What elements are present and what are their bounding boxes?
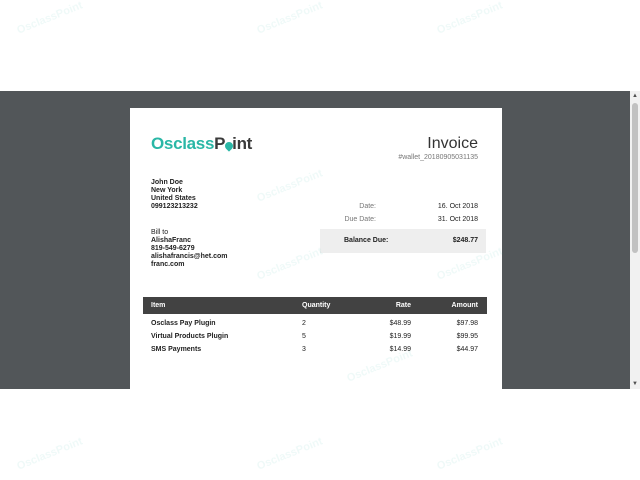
- balance-due-label: Balance Due:: [344, 237, 389, 244]
- table-row: SMS Payments 3 $14.99 $44.97: [143, 343, 487, 356]
- logo-text-osclass: Osclass: [151, 134, 215, 153]
- bill-to-label: Bill to: [151, 229, 169, 236]
- client-name: AlishaFranc: [151, 237, 192, 244]
- pdf-viewer[interactable]: OsclassP int Invoice #wallet_201809050311…: [0, 91, 640, 389]
- sender-phone: 099123213232: [151, 203, 198, 210]
- logo-text-int: int: [232, 134, 253, 153]
- item-amount: $44.97: [456, 346, 478, 353]
- item-rate: $19.99: [389, 333, 411, 340]
- item-quantity: 5: [302, 333, 306, 340]
- brand-logo: OsclassP int: [151, 135, 252, 152]
- client-website: franc.com: [151, 261, 185, 268]
- client-phone: 819-549-6279: [151, 245, 195, 252]
- item-name: Osclass Pay Plugin: [151, 320, 216, 327]
- item-quantity: 3: [302, 346, 306, 353]
- item-name: SMS Payments: [151, 346, 202, 353]
- date-label: Date:: [359, 203, 376, 210]
- item-rate: $14.99: [389, 346, 411, 353]
- balance-due-box: Balance Due: $248.77: [320, 229, 486, 253]
- balance-due-value: $248.77: [452, 237, 478, 244]
- watermark-logo: OsclassPoint: [255, 0, 325, 37]
- column-header-item: Item: [151, 302, 166, 309]
- logo-text-p: P: [214, 134, 226, 153]
- column-header-amount: Amount: [451, 302, 478, 309]
- sender-address: John Doe New York United States 09912321…: [151, 179, 198, 211]
- invoice-title: Invoice: [427, 135, 478, 152]
- date-value: 16. Oct 2018: [437, 203, 478, 210]
- items-table-header: Item Quantity Rate Amount: [143, 297, 487, 314]
- invoice-number: #wallet_20180905031135: [398, 154, 478, 161]
- invoice-page: OsclassP int Invoice #wallet_201809050311…: [130, 108, 502, 389]
- bill-to-block: Bill to AlishaFranc 819-549-6279 alishaf…: [151, 229, 227, 269]
- item-amount: $99.95: [456, 333, 478, 340]
- client-email: alishafrancis@het.com: [151, 253, 228, 260]
- sender-country: United States: [151, 195, 196, 202]
- item-name: Virtual Products Plugin: [151, 333, 229, 340]
- item-rate: $48.99: [389, 320, 411, 327]
- item-amount: $97.98: [456, 320, 478, 327]
- due-date-label: Due Date:: [344, 216, 376, 223]
- sender-city: New York: [151, 187, 183, 194]
- due-date-row: Due Date: 31. Oct 2018: [320, 216, 478, 225]
- column-header-quantity: Quantity: [302, 302, 331, 309]
- scroll-thumb[interactable]: [632, 103, 638, 253]
- table-row: Osclass Pay Plugin 2 $48.99 $97.98: [143, 317, 487, 330]
- scroll-down-icon[interactable]: ▼: [630, 379, 640, 389]
- watermark-logo: OsclassPoint: [15, 435, 85, 473]
- due-date-value: 31. Oct 2018: [437, 216, 478, 223]
- sender-name: John Doe: [151, 179, 183, 186]
- watermark-logo: OsclassPoint: [435, 435, 505, 473]
- vertical-scrollbar[interactable]: ▲ ▼: [630, 91, 640, 389]
- date-row: Date: 16. Oct 2018: [320, 203, 478, 212]
- scroll-up-icon[interactable]: ▲: [630, 91, 640, 101]
- column-header-rate: Rate: [395, 302, 411, 309]
- table-row: Virtual Products Plugin 5 $19.99 $99.95: [143, 330, 487, 343]
- watermark-logo: OsclassPoint: [255, 435, 325, 473]
- item-quantity: 2: [302, 320, 306, 327]
- watermark-logo: OsclassPoint: [15, 0, 85, 37]
- watermark-logo: OsclassPoint: [435, 0, 505, 37]
